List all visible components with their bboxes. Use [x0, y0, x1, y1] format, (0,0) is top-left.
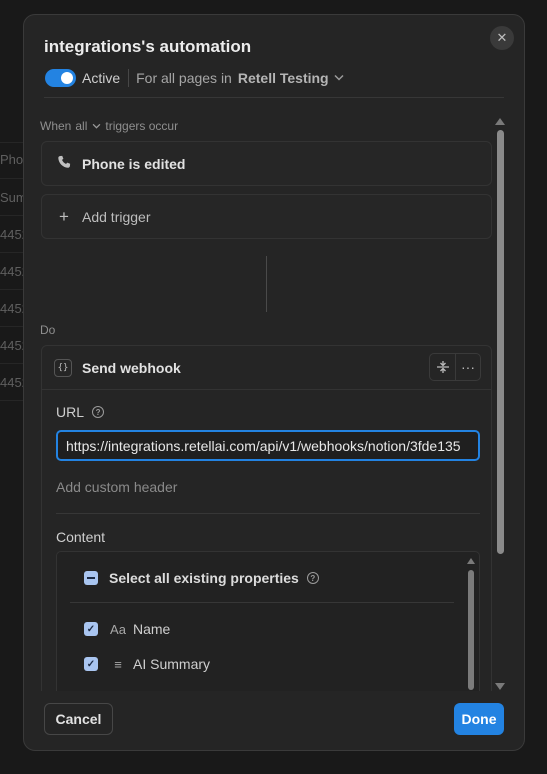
select-all-label: Select all existing properties [109, 570, 299, 586]
code-braces-icon: {} [54, 358, 72, 377]
action-title: Send webhook [82, 359, 181, 376]
chevron-down-icon[interactable] [334, 73, 344, 84]
plus-icon: + [59, 206, 69, 226]
more-icon: ··· [461, 359, 475, 375]
phone-icon [56, 155, 72, 172]
flow-connector [266, 256, 267, 312]
add-trigger-label: Add trigger [82, 208, 151, 225]
condition-suffix: triggers occur [105, 119, 179, 133]
status-row: Active For all pages in Retell Testing [45, 67, 344, 89]
text-property-icon: ≡ [114, 656, 122, 672]
divider [128, 69, 130, 87]
automation-modal: ✕ integrations's automation Active For a… [23, 14, 525, 751]
condition-prefix: When [40, 119, 72, 133]
trigger-item-phone-edited[interactable]: Phone is edited [41, 141, 492, 186]
properties-scrollbar[interactable] [467, 558, 475, 691]
url-input[interactable] [56, 430, 480, 461]
scope-label: For all pages in [136, 70, 232, 86]
property-name: AI Summary [133, 656, 211, 672]
action-header[interactable]: {} Send webhook ··· [42, 346, 491, 390]
condition-value[interactable]: all [75, 119, 87, 133]
add-trigger-button[interactable]: + Add trigger [41, 194, 492, 239]
title-property-icon: Aa [110, 621, 126, 637]
property-name: Name [133, 621, 171, 637]
trigger-label: Phone is edited [82, 155, 186, 172]
cancel-button[interactable]: Cancel [44, 703, 113, 735]
active-toggle[interactable] [45, 69, 76, 87]
close-button[interactable]: ✕ [490, 26, 514, 50]
action-toolbar: ··· [429, 353, 481, 381]
help-icon[interactable]: ? [92, 406, 105, 418]
scope-dropdown[interactable]: Retell Testing [238, 70, 329, 86]
scrollbar-thumb[interactable] [496, 130, 504, 554]
properties-list[interactable]: Select all existing properties ? ✓ Aa Na… [56, 551, 480, 691]
scroll-down-icon[interactable] [495, 683, 505, 690]
property-checkbox[interactable]: ✓ [84, 657, 98, 671]
header-divider [44, 97, 504, 98]
divider [56, 513, 480, 514]
modal-title: integrations's automation [44, 37, 252, 56]
active-label: Active [82, 70, 121, 86]
property-checkbox[interactable]: ✓ [84, 622, 98, 636]
select-all-row[interactable]: Select all existing properties ? [84, 570, 319, 586]
help-icon[interactable]: ? [306, 572, 319, 584]
more-options-button[interactable]: ··· [455, 354, 480, 380]
url-label-row: URL ? [56, 404, 105, 420]
select-all-checkbox[interactable] [84, 571, 98, 585]
divider [70, 602, 454, 603]
scrollbar-thumb[interactable] [468, 570, 474, 690]
chevron-down-icon[interactable] [92, 121, 101, 132]
trigger-condition: When all triggers occur [40, 119, 178, 133]
collapse-button[interactable] [430, 354, 455, 380]
scroll-up-icon[interactable] [495, 118, 505, 125]
add-custom-header-button[interactable]: Add custom header [56, 479, 177, 495]
webhook-action-card: {} Send webhook ··· URL ? Add custom hea… [41, 345, 492, 691]
property-row-name[interactable]: ✓ Aa Name [84, 621, 170, 637]
property-row-ai-summary[interactable]: ✓ ≡ AI Summary [84, 656, 210, 672]
url-label: URL [56, 404, 85, 420]
do-label: Do [40, 323, 56, 337]
content-label: Content [56, 529, 106, 545]
body-scrollbar[interactable] [495, 118, 505, 690]
done-button[interactable]: Done [454, 703, 504, 735]
close-icon: ✕ [496, 30, 508, 45]
toggle-knob [61, 72, 73, 84]
collapse-icon [436, 361, 449, 373]
scroll-up-icon[interactable] [467, 558, 475, 564]
automation-body[interactable]: When all triggers occur Phone is edited … [40, 115, 493, 691]
